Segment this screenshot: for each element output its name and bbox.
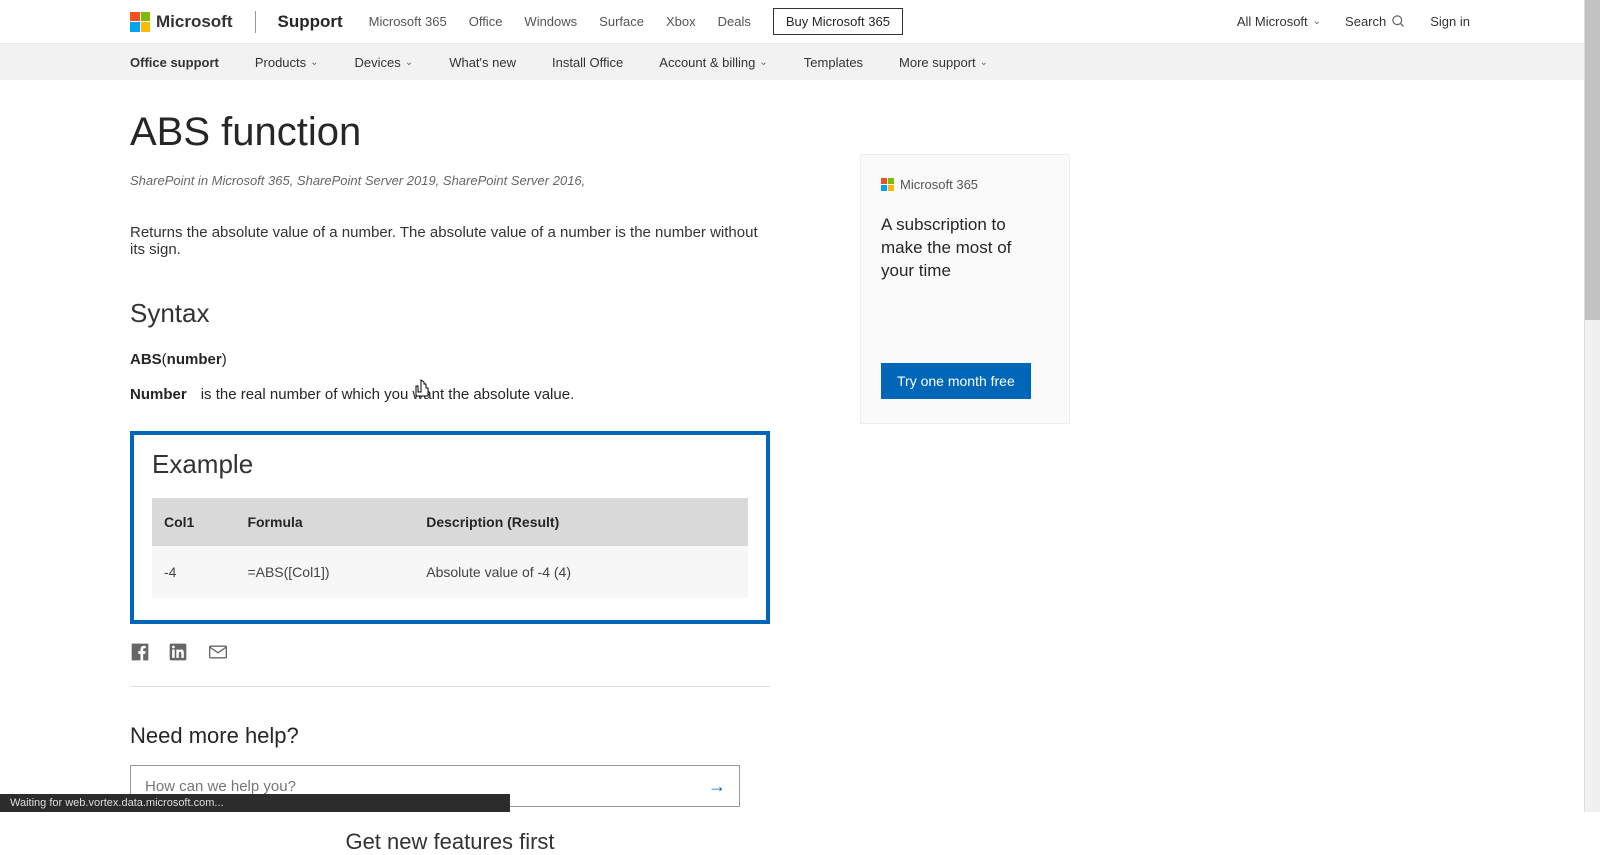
subnav-templates[interactable]: Templates xyxy=(804,55,863,70)
table-row: -4 =ABS([Col1]) Absolute value of -4 (4) xyxy=(152,546,748,598)
chevron-down-icon: ⌄ xyxy=(980,57,988,68)
all-microsoft-menu[interactable]: All Microsoft ⌄ xyxy=(1237,14,1321,29)
support-label[interactable]: Support xyxy=(278,12,343,32)
promo-brand: Microsoft 365 xyxy=(881,177,1049,192)
syntax-func: ABS xyxy=(130,351,162,368)
search-icon xyxy=(1391,14,1406,29)
share-row xyxy=(130,638,770,687)
main-column: ABS function SharePoint in Microsoft 365… xyxy=(130,110,770,855)
need-more-help-heading: Need more help? xyxy=(130,723,770,749)
scrollbar-thumb[interactable] xyxy=(1585,0,1600,320)
promo-brand-label: Microsoft 365 xyxy=(900,177,978,192)
th-description: Description (Result) xyxy=(414,498,748,546)
microsoft-logo[interactable]: Microsoft xyxy=(130,12,233,32)
try-free-button[interactable]: Try one month free xyxy=(881,363,1031,399)
top-right-nav: All Microsoft ⌄ Search Sign in xyxy=(1237,14,1470,29)
side-column: Microsoft 365 A subscription to make the… xyxy=(860,154,1070,855)
param-line: Number is the real number of which you wa… xyxy=(130,386,770,403)
applies-to: SharePoint in Microsoft 365, SharePoint … xyxy=(130,173,770,188)
help-search-submit[interactable]: → xyxy=(695,766,739,806)
subnav-install[interactable]: Install Office xyxy=(552,55,623,70)
top-header: Microsoft Support Microsoft 365 Office W… xyxy=(0,0,1600,44)
sub-nav: Office support Products ⌄ Devices ⌄ What's… xyxy=(0,44,1600,80)
subnav-office-support[interactable]: Office support xyxy=(130,55,219,70)
th-formula: Formula xyxy=(235,498,414,546)
chevron-down-icon: ⌄ xyxy=(759,57,767,68)
vertical-scrollbar[interactable] xyxy=(1584,0,1600,812)
syntax-line: ABS(number) xyxy=(130,351,770,368)
get-new-features: Get new features first xyxy=(130,829,770,855)
promo-text: A subscription to make the most of your … xyxy=(881,214,1049,283)
all-microsoft-label: All Microsoft xyxy=(1237,14,1308,29)
subnav-account-label: Account & billing xyxy=(659,55,755,70)
microsoft-logo-icon xyxy=(130,12,150,32)
subnav-products[interactable]: Products ⌄ xyxy=(255,55,319,70)
subnav-account[interactable]: Account & billing ⌄ xyxy=(659,55,768,70)
subnav-more[interactable]: More support ⌄ xyxy=(899,55,988,70)
chevron-down-icon: ⌄ xyxy=(405,57,413,68)
td-formula: =ABS([Col1]) xyxy=(235,546,414,598)
content: ABS function SharePoint in Microsoft 365… xyxy=(0,80,1600,855)
facebook-icon[interactable] xyxy=(130,642,150,662)
subnav-whatsnew[interactable]: What's new xyxy=(449,55,516,70)
email-icon[interactable] xyxy=(206,642,230,662)
example-box: Example Col1 Formula Description (Result… xyxy=(130,431,770,624)
signin-link[interactable]: Sign in xyxy=(1430,14,1470,29)
subnav-more-label: More support xyxy=(899,55,976,70)
microsoft-logo-icon xyxy=(881,178,894,191)
td-description: Absolute value of -4 (4) xyxy=(414,546,748,598)
syntax-arg: number xyxy=(167,351,222,368)
status-bar: Waiting for web.vortex.data.microsoft.co… xyxy=(0,794,510,812)
nav-office[interactable]: Office xyxy=(469,14,503,29)
nav-deals[interactable]: Deals xyxy=(718,14,751,29)
nav-windows[interactable]: Windows xyxy=(524,14,577,29)
subnav-devices-label: Devices xyxy=(355,55,401,70)
syntax-close: ) xyxy=(222,351,227,368)
chevron-down-icon: ⌄ xyxy=(310,57,318,68)
subnav-devices[interactable]: Devices ⌄ xyxy=(355,55,414,70)
top-nav: Microsoft 365 Office Windows Surface Xbo… xyxy=(369,14,751,29)
nav-xbox[interactable]: Xbox xyxy=(666,14,696,29)
param-name: Number xyxy=(130,386,187,403)
td-col1: -4 xyxy=(152,546,235,598)
example-table: Col1 Formula Description (Result) -4 =AB… xyxy=(152,498,748,598)
intro-text: Returns the absolute value of a number. … xyxy=(130,224,770,258)
promo-card: Microsoft 365 A subscription to make the… xyxy=(860,154,1070,424)
page-title: ABS function xyxy=(130,110,770,155)
nav-microsoft365[interactable]: Microsoft 365 xyxy=(369,14,447,29)
search-button[interactable]: Search xyxy=(1345,14,1406,29)
chevron-down-icon: ⌄ xyxy=(1313,16,1321,27)
divider xyxy=(255,11,256,33)
th-col1: Col1 xyxy=(152,498,235,546)
subnav-products-label: Products xyxy=(255,55,306,70)
buy-microsoft365-button[interactable]: Buy Microsoft 365 xyxy=(773,8,903,35)
search-label: Search xyxy=(1345,14,1386,29)
linkedin-icon[interactable] xyxy=(168,642,188,662)
example-heading: Example xyxy=(152,449,748,480)
syntax-heading: Syntax xyxy=(130,298,770,329)
nav-surface[interactable]: Surface xyxy=(599,14,644,29)
brand-label: Microsoft xyxy=(156,12,233,32)
param-desc: is the real number of which you want the… xyxy=(201,386,575,403)
